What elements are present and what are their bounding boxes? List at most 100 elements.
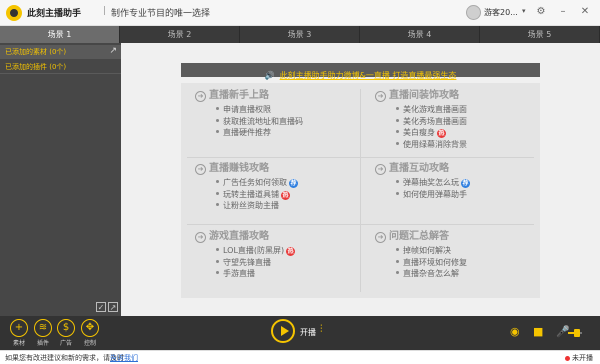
guide-link[interactable]: 弹幕抽奖怎么玩荐 bbox=[396, 177, 545, 189]
guide-grid: ➜ 直播新手上路 申请直播权限 获取推流地址和直播码 直播硬件推荐 ➜ 直播间装饰攻略 美化游… bbox=[181, 83, 540, 298]
guide-link[interactable]: 美化游戏直播画面 bbox=[396, 104, 545, 116]
control-label: 控制 bbox=[83, 340, 96, 347]
section-title-text: 直播间装饰攻略 bbox=[389, 90, 459, 101]
guide-list: 弹幕抽奖怎么玩荐如何使用弹幕助手 bbox=[396, 177, 545, 200]
hot-badge: 热 bbox=[281, 190, 290, 200]
guide-link-text: 直播杂音怎么解 bbox=[403, 269, 459, 278]
play-icon[interactable] bbox=[271, 319, 295, 343]
section-title: ➜ 直播间装饰攻略 bbox=[375, 89, 545, 103]
bullet-icon bbox=[396, 248, 399, 251]
section-title: ➜ 游戏直播攻略 bbox=[195, 230, 365, 244]
materials-label: 素材 bbox=[12, 340, 25, 347]
guide-link[interactable]: 美化秀场直播画面 bbox=[396, 116, 545, 128]
section-title-text: 直播赚钱攻略 bbox=[209, 163, 269, 174]
guide-link[interactable]: 广告任务如何领取荐 bbox=[216, 177, 365, 189]
webcam-icon[interactable]: ◉ bbox=[510, 325, 520, 338]
arrow-right-icon: ➜ bbox=[195, 91, 206, 102]
tab-scene-4[interactable]: 场景 4 bbox=[360, 26, 480, 43]
feedback-link[interactable]: 告诉我们 bbox=[110, 353, 138, 363]
expand-icon[interactable]: ↗ bbox=[109, 46, 117, 56]
guide-link[interactable]: 如何使用弹幕助手 bbox=[396, 189, 545, 201]
go-live-label[interactable]: 开播 bbox=[300, 327, 316, 338]
tab-scene-3[interactable]: 场景 3 bbox=[240, 26, 360, 43]
plugins-button[interactable]: ≋ 插件 bbox=[33, 319, 53, 347]
arrow-right-icon: ➜ bbox=[375, 164, 386, 175]
arrow-right-icon: ➜ bbox=[195, 164, 206, 175]
tab-scene-5[interactable]: 场景 5 bbox=[480, 26, 600, 43]
guide-link[interactable]: 直播环境如何修复 bbox=[396, 257, 545, 269]
chevron-down-icon[interactable]: ▾ bbox=[522, 7, 526, 15]
user-name[interactable]: 游客20... bbox=[484, 7, 518, 18]
guide-link[interactable]: 直播杂音怎么解 bbox=[396, 268, 545, 280]
hot-badge: 热 bbox=[437, 129, 446, 138]
plugins-label: 插件 bbox=[36, 340, 49, 347]
added-materials-label: 已添加的素材 (0个) bbox=[5, 48, 67, 56]
add-icon: + bbox=[10, 319, 28, 337]
minimize-icon[interactable]: – bbox=[556, 5, 570, 19]
guide-link[interactable]: 使用绿幕消除背景 bbox=[396, 139, 545, 151]
guide-link-text: 直播环境如何修复 bbox=[403, 257, 467, 267]
dollar-icon: $ bbox=[57, 319, 75, 337]
volume-knob[interactable] bbox=[574, 329, 580, 337]
section-title: ➜ 直播赚钱攻略 bbox=[195, 162, 365, 176]
guide-list: 掉帧如何解决 直播环境如何修复 直播杂音怎么解 bbox=[396, 245, 545, 280]
guide-list: 申请直播权限获取推流地址和直播码 直播硬件推荐 bbox=[216, 104, 365, 139]
guide-link[interactable]: 让粉丝资助主播 bbox=[216, 200, 365, 212]
move-icon: ✥ bbox=[81, 319, 99, 337]
divider bbox=[187, 157, 534, 158]
guide-link-text: 美化游戏直播画面 bbox=[403, 105, 467, 114]
tab-scene-1[interactable]: 场景 1 bbox=[0, 26, 120, 43]
guide-link-text: LOL直播(防黑屏) bbox=[223, 246, 285, 255]
settings-icon[interactable]: ⚙ bbox=[534, 5, 548, 19]
guide-link[interactable]: LOL直播(防黑屏) 热 bbox=[216, 245, 365, 257]
guide-link-text: 弹幕抽奖怎么玩 bbox=[403, 178, 459, 187]
guide-link-text: 申请直播权限 bbox=[223, 105, 271, 114]
guide-link-text: 手游直播 bbox=[223, 269, 255, 278]
ads-button[interactable]: $ 广告 bbox=[56, 319, 76, 347]
guide-link[interactable]: 直播硬件推荐 bbox=[216, 127, 365, 139]
guide-link-text: 直播硬件推荐 bbox=[223, 128, 271, 137]
bullet-icon bbox=[216, 180, 219, 183]
section-title-text: 直播互动攻略 bbox=[389, 163, 449, 174]
live-status: 未开播 bbox=[572, 354, 593, 362]
layers-icon: ≋ bbox=[34, 319, 52, 337]
guide-link-text: 守望先锋直播 bbox=[223, 257, 271, 267]
tab-scene-2[interactable]: 场景 2 bbox=[120, 26, 240, 43]
bullet-icon bbox=[396, 259, 399, 263]
added-materials-row[interactable]: 已添加的素材 (0个) ↗ bbox=[0, 45, 121, 59]
feedback-message: 如果您有改进建议和新的需求，请及时 bbox=[5, 354, 124, 362]
popout-icon[interactable]: ↗ bbox=[108, 302, 118, 312]
guide-link[interactable]: 守望先锋直播 bbox=[216, 257, 365, 269]
bullet-icon bbox=[216, 203, 219, 206]
guide-section: ➜ 问题汇总解答 掉帧如何解决 直播环境如何修复 直播杂音怎么解 bbox=[375, 230, 545, 280]
section-title-text: 问题汇总解答 bbox=[389, 231, 449, 242]
bottom-toolbar: + 素材 ≋ 插件 $ 广告 ✥ 控制 开播 ⫶ ◉ ■ 🎤 bbox=[0, 316, 600, 350]
guide-link[interactable]: 美白瘦身热 bbox=[396, 127, 545, 139]
guide-link[interactable]: 玩转主播道具铺热 bbox=[216, 189, 365, 201]
add-material-button[interactable]: + 素材 bbox=[9, 319, 29, 347]
guide-link-text: 美化秀场直播画面 bbox=[403, 116, 467, 126]
guide-link[interactable]: 获取推流地址和直播码 bbox=[216, 116, 365, 128]
avatar[interactable] bbox=[466, 5, 481, 20]
bullet-icon bbox=[216, 259, 219, 263]
added-plugins-label: 已添加的插件 (0个) bbox=[5, 63, 67, 71]
banner-link[interactable]: 此刻主播助手助力微博&一直播 打造直播最强生态 bbox=[280, 71, 457, 80]
added-plugins-row[interactable]: 已添加的插件 (0个) bbox=[0, 60, 121, 74]
guide-link[interactable]: 申请直播权限 bbox=[216, 104, 365, 116]
control-button[interactable]: ✥ 控制 bbox=[80, 319, 100, 347]
camera-icon[interactable]: ■ bbox=[533, 325, 543, 338]
promo-banner[interactable]: 🔊 此刻主播助手助力微博&一直播 打造直播最强生态 bbox=[181, 63, 540, 80]
checkbox-icon[interactable]: ✓ bbox=[96, 302, 106, 312]
guide-card: ➜ 直播新手上路 申请直播权限 获取推流地址和直播码 直播硬件推荐 ➜ 直播间装饰攻略 美化游… bbox=[181, 83, 540, 298]
close-icon[interactable]: ✕ bbox=[578, 5, 592, 19]
recommend-badge: 荐 bbox=[461, 179, 470, 188]
guide-link[interactable]: 掉帧如何解决 bbox=[396, 245, 545, 257]
mixer-icon[interactable]: ⫶ bbox=[320, 324, 323, 335]
guide-link-text: 广告任务如何领取 bbox=[223, 178, 287, 187]
scene-tabs: 场景 1 场景 2 场景 3 场景 4 场景 5 bbox=[0, 26, 600, 43]
bullet-icon bbox=[216, 191, 219, 195]
guide-link[interactable]: 手游直播 bbox=[216, 268, 365, 280]
guide-list: 广告任务如何领取荐玩转主播道具铺热让粉丝资助主播 bbox=[216, 177, 365, 212]
bullet-icon bbox=[396, 107, 399, 110]
bullet-icon bbox=[216, 130, 219, 133]
